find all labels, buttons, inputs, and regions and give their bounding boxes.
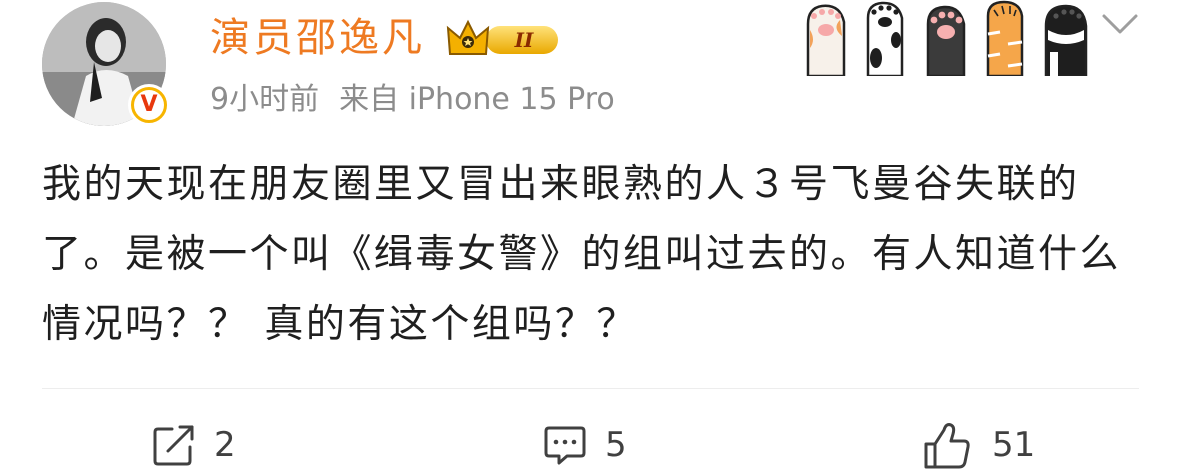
verified-mark: V	[134, 90, 164, 120]
repost-button[interactable]: 2	[152, 420, 236, 470]
divider	[42, 388, 1139, 389]
verified-badge: V	[128, 84, 170, 126]
chevron-down-icon[interactable]	[1098, 8, 1142, 38]
cat-paws-decoration	[806, 0, 1088, 76]
post-meta: 9小时前 来自 iPhone 15 Pro	[210, 78, 615, 122]
weibo-post: V 演员邵逸凡 II 9小时前 来自 iPhone 15 Pro 我的天现在朋友…	[0, 0, 1179, 473]
repost-icon	[153, 425, 194, 466]
thumbs-up-icon	[924, 423, 970, 469]
post-text: 我的天现在朋友圈里又冒出来眼熟的人３号飞曼谷失联的了。是被一个叫《缉毒女警》的组…	[42, 162, 1122, 347]
comment-count: 5	[605, 425, 627, 465]
like-button[interactable]: 51	[922, 420, 1035, 470]
like-count: 51	[992, 425, 1036, 465]
username[interactable]: 演员邵逸凡	[210, 10, 425, 66]
comment-icon	[544, 426, 586, 465]
post-time: 9小时前	[210, 82, 320, 117]
crown-badge-icon[interactable]: II	[446, 16, 562, 60]
comment-button[interactable]: 5	[543, 420, 627, 470]
post-source: 来自 iPhone 15 Pro	[339, 82, 615, 117]
vip-level: II	[514, 28, 534, 52]
repost-count: 2	[214, 425, 236, 465]
